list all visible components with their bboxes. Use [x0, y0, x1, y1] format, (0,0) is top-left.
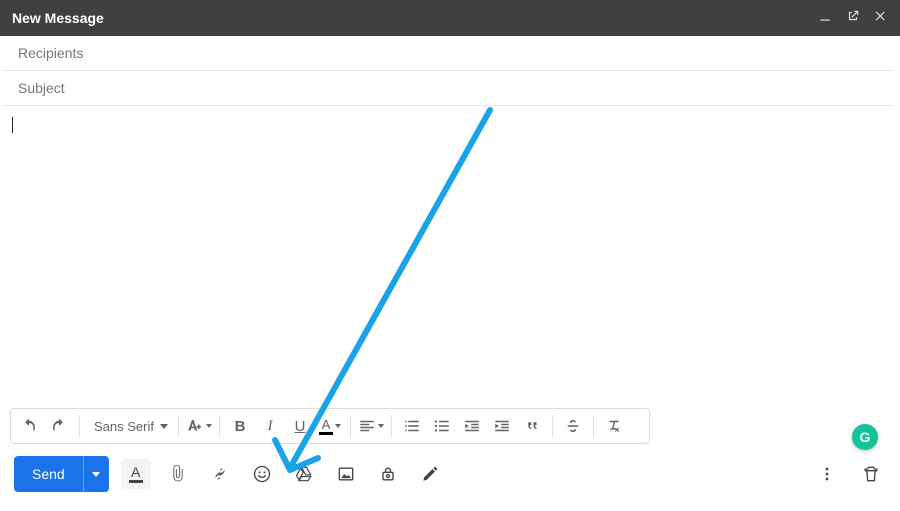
separator [79, 415, 80, 437]
bold-button[interactable]: B [226, 412, 254, 440]
chevron-down-icon [92, 472, 100, 477]
grammarly-label: G [860, 429, 871, 445]
separator [219, 415, 220, 437]
close-icon[interactable] [874, 9, 888, 28]
discard-draft-button[interactable] [856, 459, 886, 489]
insert-photo-button[interactable] [331, 459, 361, 489]
window-actions [818, 9, 888, 28]
font-size-button[interactable] [185, 412, 213, 440]
insert-link-button[interactable] [205, 459, 235, 489]
chevron-down-icon [160, 424, 168, 429]
recipients-row[interactable] [4, 36, 892, 71]
bottom-left-group: Send A [14, 456, 445, 492]
insert-drive-button[interactable] [289, 459, 319, 489]
bottom-right-group [812, 459, 886, 489]
strikethrough-button[interactable] [559, 412, 587, 440]
kebab-icon [817, 464, 837, 484]
undo-button[interactable] [15, 412, 43, 440]
send-split-button: Send [14, 456, 109, 492]
align-button[interactable] [357, 412, 385, 440]
chevron-down-icon [206, 424, 212, 428]
window-title: New Message [12, 10, 104, 26]
quote-button[interactable] [518, 412, 546, 440]
font-family-label: Sans Serif [94, 419, 154, 434]
send-button[interactable]: Send [14, 456, 83, 492]
pen-icon [420, 464, 440, 484]
confidential-mode-button[interactable] [373, 459, 403, 489]
insert-signature-button[interactable] [415, 459, 445, 489]
paperclip-icon [168, 464, 188, 484]
attach-file-button[interactable] [163, 459, 193, 489]
minimize-icon[interactable] [818, 9, 832, 28]
formatting-toolbar: Sans Serif B I U A [10, 408, 650, 444]
subject-input[interactable] [16, 79, 880, 97]
send-options-button[interactable] [83, 456, 109, 492]
bulleted-list-button[interactable] [428, 412, 456, 440]
numbered-list-button[interactable] [398, 412, 426, 440]
italic-button[interactable]: I [256, 412, 284, 440]
grammarly-badge[interactable]: G [852, 424, 878, 450]
link-icon [210, 464, 230, 484]
subject-row[interactable] [4, 71, 892, 106]
separator [593, 415, 594, 437]
chevron-down-icon [335, 424, 341, 428]
compose-titlebar: New Message [0, 0, 900, 36]
image-icon [336, 464, 356, 484]
chevron-down-icon [378, 424, 384, 428]
redo-button[interactable] [45, 412, 73, 440]
bottom-action-bar: Send A [0, 444, 900, 502]
message-body[interactable] [0, 106, 900, 402]
underline-button[interactable]: U [286, 412, 314, 440]
indent-more-button[interactable] [488, 412, 516, 440]
trash-icon [861, 464, 881, 484]
separator [391, 415, 392, 437]
indent-less-button[interactable] [458, 412, 486, 440]
formatting-toggle-button[interactable]: A [121, 459, 151, 489]
separator [552, 415, 553, 437]
insert-emoji-button[interactable] [247, 459, 277, 489]
emoji-icon [252, 464, 272, 484]
text-color-button[interactable]: A [316, 412, 344, 440]
more-options-button[interactable] [812, 459, 842, 489]
separator [350, 415, 351, 437]
drive-icon [294, 464, 314, 484]
text-cursor [12, 117, 13, 133]
remove-formatting-button[interactable] [600, 412, 628, 440]
popout-icon[interactable] [846, 9, 860, 28]
recipients-input[interactable] [16, 44, 880, 62]
font-family-select[interactable]: Sans Serif [86, 419, 172, 434]
lock-clock-icon [378, 464, 398, 484]
separator [178, 415, 179, 437]
